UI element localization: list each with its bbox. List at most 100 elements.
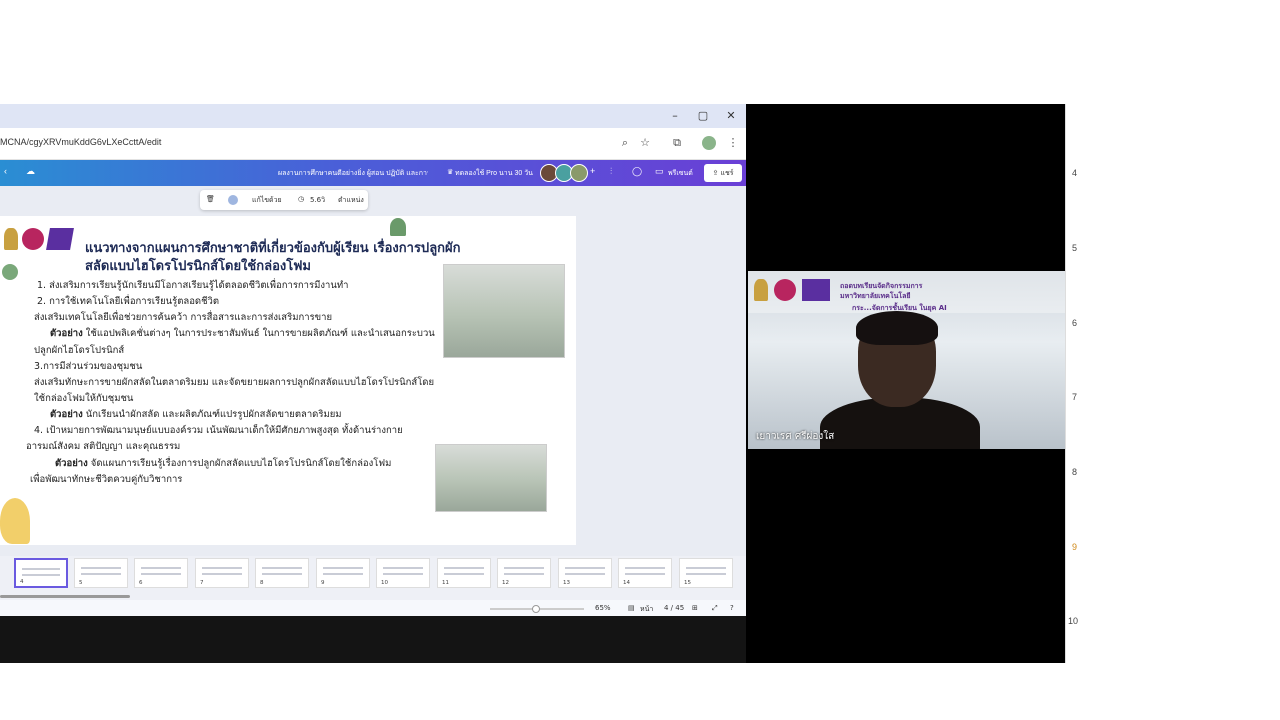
zoom-slider-handle[interactable] — [532, 605, 540, 613]
slide-text: ส่งเสริมเทคโนโลยีเพื่อช่วยการค้นคว้า การ… — [34, 312, 333, 323]
slide-thumbnail[interactable]: 11 — [437, 558, 491, 588]
slide-text: 2. การใช้เทคโนโลยีเพื่อการเรียนรู้ตลอดชี… — [37, 296, 220, 307]
leaf-decoration — [2, 264, 18, 280]
editor-canvas: 🗑 แก้ไขด้วย ◷ 5.6วิ ตำแหน่ง แนวทางจากแผน… — [0, 186, 746, 556]
institute-logo — [22, 228, 44, 250]
row-number: 4 — [1072, 168, 1078, 178]
slide-thumbnail[interactable]: 7 — [195, 558, 249, 588]
example-label: ตัวอย่าง — [55, 458, 88, 469]
back-arrow-icon[interactable]: ‹ — [4, 166, 7, 176]
doc-title[interactable]: ผลงานการศึกษาคนดีอย่างยิ่ง ผู้สอน ปฏิบัต… — [278, 168, 428, 179]
comment-icon[interactable]: ◯ — [632, 166, 642, 177]
zoom-level[interactable]: 65% — [595, 604, 611, 612]
present-icon[interactable]: ▭ — [655, 166, 664, 177]
institute-logo — [774, 279, 796, 301]
hydroponics-photo[interactable] — [443, 264, 565, 358]
university-seal-logo — [4, 228, 18, 250]
row-number: 7 — [1072, 392, 1078, 402]
row-number: 9 — [1072, 542, 1078, 552]
page-view-label[interactable]: หน้า — [640, 604, 653, 615]
magic-edit-button[interactable]: แก้ไขด้วย — [252, 195, 282, 206]
position-button[interactable]: ตำแหน่ง — [338, 195, 364, 206]
slide-title-line: แนวทางจากแผนการศึกษาชาติที่เกี่ยวข้องกับ… — [85, 241, 461, 256]
trash-icon[interactable]: 🗑 — [206, 195, 215, 203]
slide-thumbnail[interactable]: 8 — [255, 558, 309, 588]
participant-hair — [856, 311, 938, 345]
share-icon: ⇪ — [712, 169, 721, 177]
mascot-sticker — [0, 498, 30, 544]
slide-text: เพื่อพัฒนาทักษะชีวิตควบคู่กับวิชาการ — [30, 474, 183, 485]
help-icon[interactable]: ? — [730, 604, 734, 612]
row-number: 8 — [1072, 467, 1078, 477]
slide-thumbnail[interactable]: 15 — [679, 558, 733, 588]
thumbnail-strip: 4 5 6 7 8 9 10 11 12 13 14 15 — [0, 556, 746, 600]
slide-thumbnail[interactable]: 9 — [316, 558, 370, 588]
slide-text: ปลูกผักไฮโดรโปรนิกส์ — [34, 345, 125, 356]
slide-text: 3.การมีส่วนร่วมของชุมชน — [34, 361, 143, 372]
add-collaborator-icon[interactable]: + — [590, 166, 595, 176]
extensions-icon[interactable]: ⧉ — [670, 136, 684, 150]
leaf-decoration — [390, 218, 406, 236]
floating-toolbar: 🗑 แก้ไขด้วย ◷ 5.6วิ ตำแหน่ง — [200, 190, 368, 210]
more-menu-icon[interactable]: ⋮ — [726, 136, 740, 150]
address-bar[interactable]: MCNA/cgyXRVmuKddG6vLXeCcttA/edit ⌕ ☆ ⧉ ⋮ — [0, 128, 746, 160]
rmutp-logo — [802, 279, 830, 301]
participant-name: เยาวเรศ ศรีผ่องใส — [756, 431, 835, 442]
grid-view-icon[interactable]: ⊞ — [692, 604, 698, 612]
present-button[interactable]: พรีเซนต์ — [668, 168, 693, 179]
video-panel: ถอดบทเรียนจัดกิจกรรมการ มหาวิทยาลัยเทคโน… — [746, 104, 1065, 663]
slide-text: 4. เป้าหมายการพัฒนามนุษย์แบบองค์รวม เน้น… — [34, 425, 403, 436]
slide-thumbnail[interactable]: 4 — [14, 558, 68, 588]
participant-video[interactable]: ถอดบทเรียนจัดกิจกรรมการ มหาวิทยาลัยเทคโน… — [748, 271, 1065, 449]
slide-thumbnail[interactable]: 12 — [497, 558, 551, 588]
screen-share-border — [0, 616, 746, 663]
collaborator-avatar[interactable] — [570, 164, 588, 182]
thumbnail-scrollbar[interactable] — [0, 595, 130, 598]
slide-text: ใช้กล่องโฟมให้กับชุมชน — [34, 393, 134, 404]
profile-avatar[interactable] — [702, 136, 716, 150]
slide-thumbnail[interactable]: 13 — [558, 558, 612, 588]
slide-text-example: ตัวอย่าง ใช้แอปพลิเคชั่นต่างๆ ในการประชา… — [50, 326, 435, 341]
crown-icon: ♛ — [447, 169, 454, 176]
maximize-icon[interactable]: ▢ — [696, 109, 710, 123]
example-text: นักเรียนนำผักสลัด และผลิตภัณฑ์แปรรูปผักส… — [85, 409, 342, 420]
share-label: แชร์ — [720, 169, 734, 177]
star-icon[interactable]: ☆ — [638, 136, 652, 150]
hydroponics-photo[interactable] — [435, 444, 547, 512]
rmutp-logo — [46, 228, 74, 250]
university-seal-logo — [754, 279, 768, 301]
slide-canvas[interactable]: แนวทางจากแผนการศึกษาชาติที่เกี่ยวข้องกับ… — [0, 216, 576, 545]
minimize-icon[interactable]: – — [668, 109, 682, 123]
close-icon[interactable]: ✕ — [724, 109, 738, 123]
share-button[interactable]: ⇪ แชร์ — [704, 164, 742, 182]
analytics-icon[interactable]: ⫶ — [610, 166, 612, 177]
row-number: 10 — [1068, 616, 1079, 626]
page-counter[interactable]: 4 / 45 — [664, 604, 684, 612]
color-swatch[interactable] — [228, 195, 238, 205]
url-text[interactable]: MCNA/cgyXRVmuKddG6vLXeCcttA/edit — [0, 137, 161, 147]
slide-thumbnail[interactable]: 14 — [618, 558, 672, 588]
fullscreen-icon[interactable]: ⤢ — [712, 604, 718, 613]
cloud-saved-icon: ☁ — [26, 166, 35, 176]
browser-window: – ▢ ✕ MCNA/cgyXRVmuKddG6vLXeCcttA/edit ⌕… — [0, 104, 746, 663]
example-text: จัดแผนการเรียนรู้เรื่องการปลูกผักสลัดแบบ… — [90, 458, 392, 469]
slide-text: อารมณ์สังคม สติปัญญา และคุณธรรม — [26, 441, 181, 452]
timer-icon: ◷ — [298, 195, 305, 203]
example-label: ตัวอย่าง — [50, 409, 83, 420]
row-number: 6 — [1072, 318, 1078, 328]
slide-text: 1. ส่งเสริมการเรียนรู้นักเรียนมีโอกาสเรี… — [37, 280, 349, 291]
pro-trial-link[interactable]: ทดลองใช้ Pro นาน 30 วัน — [455, 168, 533, 179]
virtual-background-banner: ถอดบทเรียนจัดกิจกรรมการ มหาวิทยาลัยเทคโน… — [748, 271, 1065, 313]
slide-thumbnail[interactable]: 10 — [376, 558, 430, 588]
slide-text: ส่งเสริมทักษะการขายผักสลัดในตลาดริมยม แล… — [34, 377, 435, 388]
example-label: ตัวอย่าง — [50, 328, 83, 339]
slide-thumbnail[interactable]: 6 — [134, 558, 188, 588]
zoom-icon[interactable]: ⌕ — [618, 136, 632, 150]
example-text: ใช้แอปพลิเคชั่นต่างๆ ในการประชาสัมพันธ์ … — [85, 328, 435, 339]
slide-text-example: ตัวอย่าง จัดแผนการเรียนรู้เรื่องการปลูกผ… — [55, 456, 391, 471]
slide-text-example: ตัวอย่าง นักเรียนนำผักสลัด และผลิตภัณฑ์แ… — [50, 407, 342, 422]
page-view-icon[interactable]: ▤ — [628, 604, 635, 612]
timer-value[interactable]: 5.6วิ — [310, 195, 325, 206]
row-number: 5 — [1072, 243, 1078, 253]
slide-thumbnail[interactable]: 5 — [74, 558, 128, 588]
